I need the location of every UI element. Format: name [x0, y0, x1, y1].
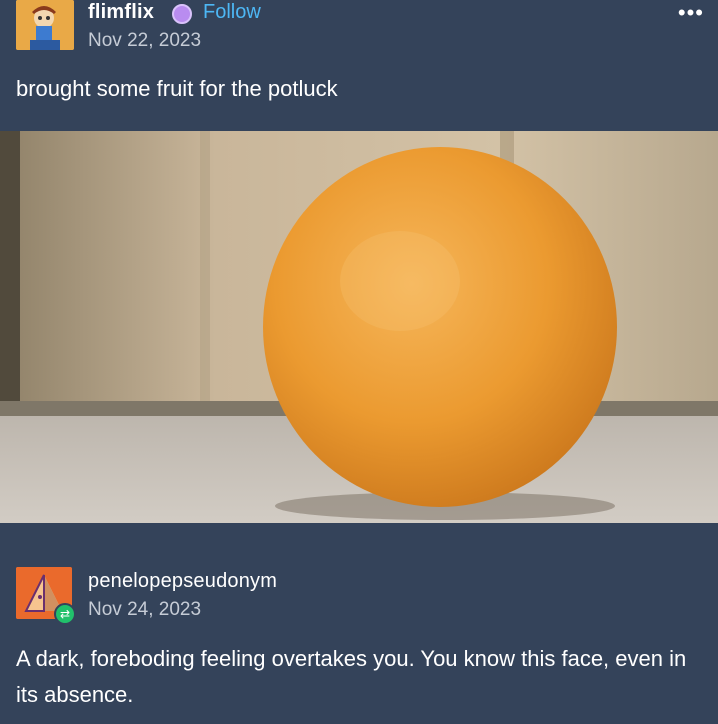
post-date: Nov 22, 2023	[88, 30, 202, 51]
reply-text: A dark, foreboding feeling overtakes you…	[16, 646, 687, 707]
username[interactable]: flimflix	[88, 1, 154, 24]
flimflix-avatar[interactable]	[16, 0, 74, 50]
reblog-icon: ⇄	[54, 603, 76, 625]
orange-photo	[0, 131, 718, 523]
follow-button[interactable]: Follow	[203, 1, 261, 24]
post-caption: brought some fruit for the potluck	[16, 76, 338, 101]
reply-post: ⇄ penelopepseudonym Nov 24, 2023 A dark,…	[0, 523, 718, 724]
more-options-icon[interactable]: •••	[678, 2, 704, 24]
reply-username[interactable]: penelopepseudonym	[88, 570, 277, 593]
reply-date: Nov 24, 2023	[88, 599, 202, 620]
community-badge-icon	[172, 4, 192, 24]
original-post: flimflix Follow Nov 22, 2023 ••• brought…	[0, 0, 718, 130]
